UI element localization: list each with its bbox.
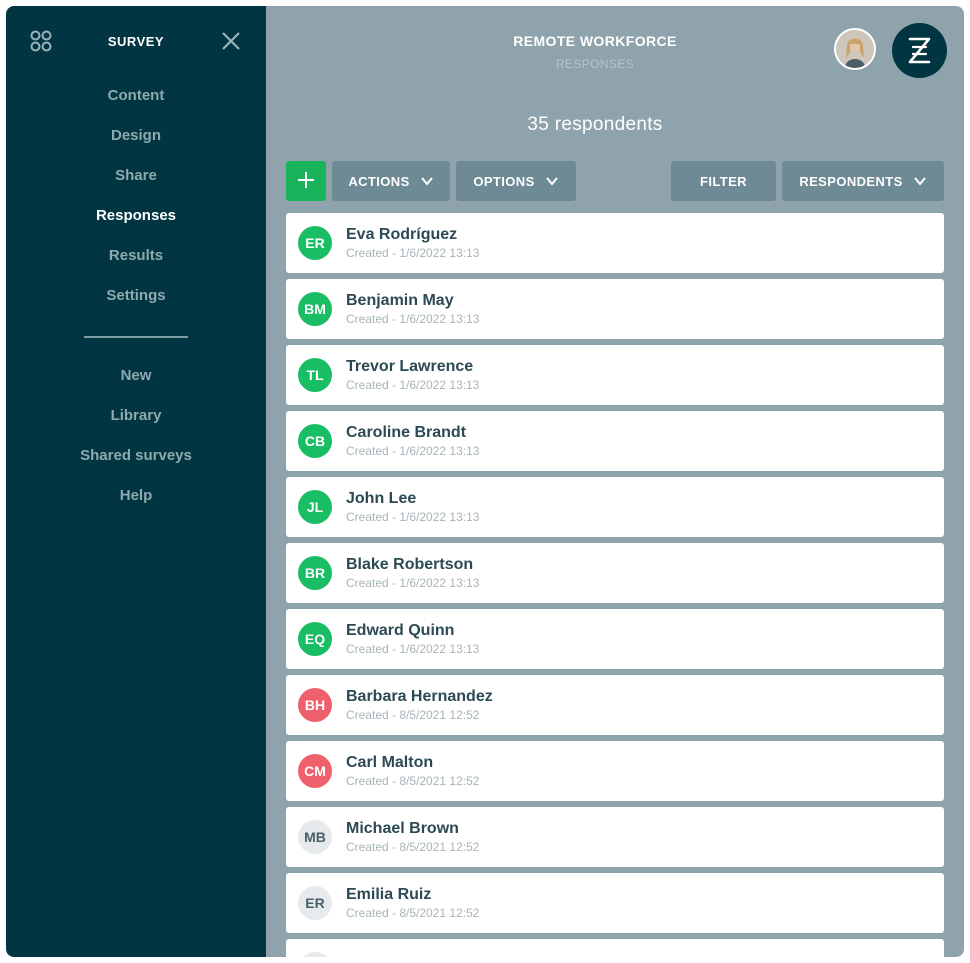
- respondent-row[interactable]: BM Benjamin May Created - 1/6/2022 13:13: [286, 279, 944, 339]
- respondent-created-date: Created - 8/5/2021 12:52: [346, 774, 480, 788]
- respondent-created-date: Created - 1/6/2022 13:13: [346, 378, 480, 392]
- sidebar-item-design[interactable]: Design: [6, 122, 266, 162]
- sidebar-secondary-nav: New Library Shared surveys Help: [6, 362, 266, 522]
- respondent-name: Edward Quinn: [346, 622, 455, 639]
- sidebar-item-responses[interactable]: Responses: [6, 202, 266, 242]
- respondent-avatar: CB: [298, 424, 332, 458]
- respondent-row[interactable]: BR Blake Robertson Created - 1/6/2022 13:1…: [286, 543, 944, 603]
- respondent-name: Benjamin May: [346, 292, 454, 309]
- respondent-created-date: Created - 1/6/2022 13:13: [346, 246, 480, 260]
- page-subtitle: RESPONSES: [555, 57, 635, 71]
- respondent-avatar: ER: [298, 886, 332, 920]
- filter-button[interactable]: FILTER: [671, 161, 776, 201]
- respondent-count: 35 respondents: [527, 114, 663, 135]
- respondent-name: Carl Malton: [346, 754, 434, 771]
- sidebar-item-results[interactable]: Results: [6, 242, 266, 282]
- toolbar: ACTIONS OPTIONS FILTER RESPONDENTS: [286, 161, 944, 201]
- respondent-row[interactable]: BH Barbara Hernandez Created - 8/5/2021 12…: [286, 675, 944, 735]
- respondent-avatar: BH: [298, 688, 332, 722]
- chevron-down-icon: [913, 174, 927, 188]
- options-dropdown[interactable]: OPTIONS: [456, 161, 576, 201]
- respondent-row[interactable]: EQ Edward Quinn Created - 1/6/2022 13:13: [286, 609, 944, 669]
- sidebar-item-new[interactable]: New: [6, 362, 266, 402]
- sidebar-primary-nav: Content Design Share Responses Results S…: [6, 82, 266, 322]
- respondent-row[interactable]: CB Caroline Brandt Created - 1/6/2022 13:1…: [286, 411, 944, 471]
- respondent-list: ER Eva Rodríguez Created - 1/6/2022 13:13 B…: [286, 213, 944, 957]
- respondent-row[interactable]: JL John Lee Created - 1/6/2022 13:13: [286, 477, 944, 537]
- sidebar-item-settings[interactable]: Settings: [6, 282, 266, 322]
- sidebar-item-content[interactable]: Content: [6, 82, 266, 122]
- respondent-name: Michael Brown: [346, 820, 459, 837]
- actions-label: ACTIONS: [348, 173, 410, 189]
- respondent-name: Trevor Lawrence: [346, 358, 474, 375]
- respondent-avatar: JL: [298, 490, 332, 524]
- respondent-created-date: Created - 8/5/2021 12:52: [346, 840, 480, 854]
- respondent-row[interactable]: [286, 939, 944, 957]
- respondent-name: Caroline Brandt: [346, 424, 467, 441]
- filter-label: FILTER: [700, 173, 747, 189]
- respondent-avatar: EQ: [298, 622, 332, 656]
- respondent-created-date: Created - 1/6/2022 13:13: [346, 444, 480, 458]
- close-icon[interactable]: [220, 30, 242, 52]
- sidebar: SURVEY Content Design Share Responses Re…: [6, 6, 266, 957]
- respondents-dropdown[interactable]: RESPONDENTS: [782, 161, 944, 201]
- plus-icon: [296, 170, 316, 193]
- main-panel: REMOTE WORKFORCE RESPONSES 35 respondent…: [266, 6, 964, 957]
- respondent-created-date: Created - 1/6/2022 13:13: [346, 312, 480, 326]
- respondent-row[interactable]: ER Eva Rodríguez Created - 1/6/2022 13:13: [286, 213, 944, 273]
- respondent-name: Barbara Hernandez: [346, 688, 493, 705]
- respondent-row[interactable]: CM Carl Malton Created - 8/5/2021 12:52: [286, 741, 944, 801]
- respondent-row[interactable]: MB Michael Brown Created - 8/5/2021 12:52: [286, 807, 944, 867]
- respondent-name: John Lee: [346, 490, 417, 507]
- chevron-down-icon: [420, 174, 434, 188]
- respondent-created-date: Created - 8/5/2021 12:52: [346, 708, 480, 722]
- respondent-created-date: Created - 1/6/2022 13:13: [346, 510, 480, 524]
- respondent-avatar: TL: [298, 358, 332, 392]
- sidebar-item-share[interactable]: Share: [6, 162, 266, 202]
- page-title: REMOTE WORKFORCE: [513, 33, 677, 49]
- respondents-label: RESPONDENTS: [799, 173, 903, 189]
- app-window: SURVEY Content Design Share Responses Re…: [6, 6, 964, 957]
- respondent-avatar: [298, 952, 332, 957]
- sidebar-divider: [84, 336, 188, 338]
- chevron-down-icon: [545, 174, 559, 188]
- options-label: OPTIONS: [473, 173, 535, 189]
- sidebar-item-library[interactable]: Library: [6, 402, 266, 442]
- sidebar-item-shared-surveys[interactable]: Shared surveys: [6, 442, 266, 482]
- respondent-avatar: BR: [298, 556, 332, 590]
- respondent-row[interactable]: TL Trevor Lawrence Created - 1/6/2022 13:1…: [286, 345, 944, 405]
- respondent-created-date: Created - 1/6/2022 13:13: [346, 642, 480, 656]
- respondent-row[interactable]: ER Emilia Ruiz Created - 8/5/2021 12:52: [286, 873, 944, 933]
- respondent-avatar: CM: [298, 754, 332, 788]
- sidebar-header: SURVEY: [6, 6, 266, 76]
- respondent-name: Emilia Ruiz: [346, 886, 432, 903]
- respondent-avatar: MB: [298, 820, 332, 854]
- respondent-avatar: ER: [298, 226, 332, 260]
- brand-logo-icon[interactable]: [892, 23, 947, 78]
- respondent-name: Eva Rodríguez: [346, 226, 458, 243]
- add-button[interactable]: [286, 161, 326, 201]
- respondent-created-date: Created - 1/6/2022 13:13: [346, 576, 480, 590]
- user-avatar[interactable]: [834, 28, 876, 70]
- actions-dropdown[interactable]: ACTIONS: [332, 161, 450, 201]
- respondent-created-date: Created - 8/5/2021 12:52: [346, 906, 480, 920]
- respondent-avatar: BM: [298, 292, 332, 326]
- sidebar-item-help[interactable]: Help: [6, 482, 266, 522]
- respondent-name: Blake Robertson: [346, 556, 474, 573]
